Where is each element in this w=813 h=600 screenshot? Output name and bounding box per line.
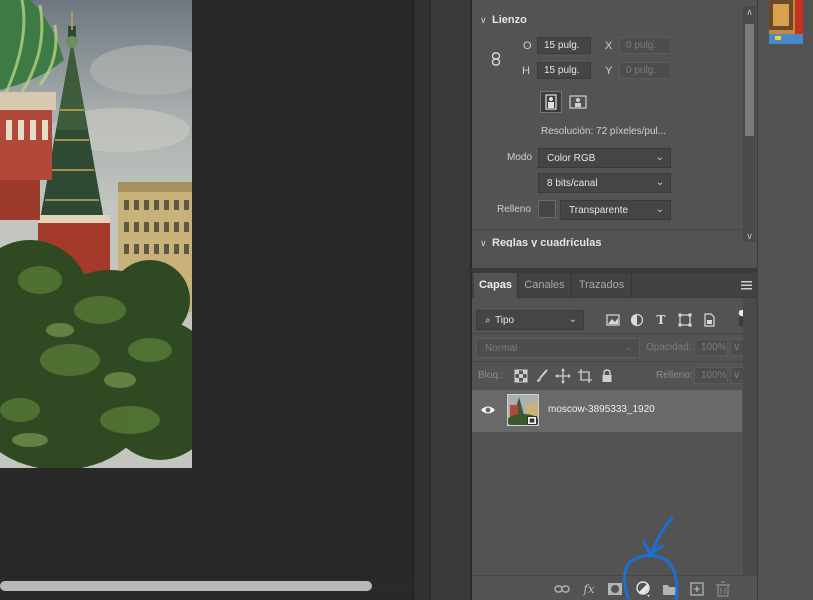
scroll-up-icon[interactable]: ∧ [743, 6, 756, 18]
lock-all-icon[interactable] [599, 368, 615, 384]
lock-artboard-crop-icon[interactable] [577, 368, 593, 384]
chevron-down-icon: ∨ [733, 370, 741, 381]
adjustment-filter-icon[interactable] [629, 312, 645, 328]
height-field[interactable]: 15 pulg. [537, 62, 591, 79]
landscape-orientation-button[interactable] [568, 93, 588, 111]
fill-color-swatch[interactable] [538, 200, 556, 218]
layer-row[interactable]: moscow-3895333_1920 [472, 390, 742, 432]
layers-bottom-bar: fx [472, 575, 758, 600]
resolution-text: Resolución: 72 píxeles/pul... [541, 126, 667, 137]
folder-icon[interactable] [661, 580, 679, 598]
layer-fill-label: Relleno: [656, 370, 693, 381]
width-field[interactable]: 15 pulg. [537, 37, 591, 54]
pixel-layer-filter-icon[interactable] [605, 312, 621, 328]
horizontal-scroll-thumb[interactable] [0, 581, 372, 591]
document-image[interactable] [0, 0, 192, 468]
portrait-icon [545, 94, 557, 110]
chevron-down-icon: ∨ [480, 238, 487, 247]
navigator-thumbnail[interactable] [769, 0, 803, 44]
chevron-down-icon: ⌄ [624, 342, 633, 353]
tab-channels[interactable]: Canales [518, 273, 572, 298]
mode-value: Color RGB [547, 153, 596, 164]
type-filter-icon[interactable]: T [653, 312, 669, 328]
lock-position-move-icon[interactable] [555, 368, 571, 384]
blend-mode-value: Normal [485, 343, 518, 354]
panel-menu-icon[interactable] [741, 281, 752, 290]
y-field[interactable]: 0 pulg. [619, 62, 671, 79]
rulers-section-header[interactable]: ∨ Reglas y cuadrículas [480, 237, 601, 247]
shape-filter-icon[interactable] [677, 312, 693, 328]
smart-object-badge-icon [527, 416, 537, 425]
scroll-down-icon[interactable]: ∨ [743, 230, 756, 242]
divider [472, 333, 758, 334]
layers-scrollbar[interactable] [743, 298, 757, 576]
fill-select[interactable]: Transparente ⌄ [560, 200, 671, 220]
layer-name[interactable]: moscow-3895333_1920 [548, 404, 655, 415]
adjustment-layer-icon[interactable] [634, 580, 652, 598]
width-label: O [523, 40, 532, 52]
chevron-down-icon: ⌄ [655, 204, 664, 215]
chevron-down-icon: ⌄ [568, 314, 577, 325]
mode-select[interactable]: Color RGB ⌄ [538, 148, 671, 168]
layer-filter-select[interactable]: ⌕ Tipo ⌄ [476, 310, 584, 330]
tab-layers[interactable]: Capas [474, 273, 518, 298]
bit-depth-select[interactable]: 8 bits/canal ⌄ [538, 173, 671, 193]
navigator-thumbnail-image [769, 0, 803, 44]
cathedral-photo [0, 0, 192, 468]
canvas-section-header[interactable]: ∨ Lienzo [480, 14, 527, 26]
bit-depth-value: 8 bits/canal [547, 178, 598, 189]
panel-gutter [413, 0, 430, 600]
eye-icon[interactable] [480, 403, 496, 417]
rulers-section-title: Reglas y cuadrículas [492, 237, 602, 247]
opacity-dropdown[interactable]: ∨ [730, 339, 744, 356]
new-layer-icon[interactable] [688, 580, 706, 598]
layers-panel: Capas Canales Trazados ⌕ Tipo ⌄ T Normal … [471, 273, 758, 600]
canvas-section-title: Lienzo [492, 14, 527, 26]
collapsed-panel-dock [430, 0, 470, 600]
link-icon[interactable] [491, 52, 501, 66]
portrait-orientation-button[interactable] [540, 91, 562, 113]
properties-scrollbar[interactable]: ∧ ∨ [743, 6, 756, 242]
fill-value: Transparente [569, 205, 629, 216]
layers-tabbar: Capas Canales Trazados [472, 273, 758, 298]
chevron-down-icon: ⌄ [655, 152, 664, 163]
tab-paths[interactable]: Trazados [572, 273, 632, 298]
x-field[interactable]: 0 pulg. [619, 37, 671, 54]
x-label: X [605, 40, 613, 52]
layer-fill-dropdown[interactable]: ∨ [730, 367, 744, 384]
lock-transparency-icon[interactable] [513, 368, 529, 384]
smart-object-filter-icon[interactable] [701, 312, 717, 328]
divider [472, 361, 758, 362]
y-label: Y [605, 65, 613, 77]
chevron-down-icon: ∨ [733, 342, 741, 353]
divider [472, 229, 742, 230]
trash-icon[interactable] [714, 580, 732, 598]
height-label: H [522, 65, 530, 77]
right-panel-strip [757, 0, 813, 600]
add-mask-icon[interactable] [606, 580, 624, 598]
horizontal-scrollbar[interactable] [0, 578, 413, 592]
fill-label: Relleno [497, 204, 531, 215]
opacity-field[interactable]: 100% [694, 339, 728, 356]
link-layers-icon[interactable] [553, 580, 571, 598]
properties-scroll-thumb[interactable] [745, 24, 754, 136]
canvas-area[interactable] [0, 0, 413, 600]
chevron-down-icon: ∨ [480, 15, 487, 25]
search-icon: ⌕ [485, 315, 491, 326]
layer-fill-field[interactable]: 100% [694, 367, 728, 384]
properties-panel: ∨ Lienzo O 15 pulg. X 0 pulg. H 15 pulg. … [471, 0, 757, 268]
fx-icon[interactable]: fx [580, 580, 598, 598]
opacity-label: Opacidad: [646, 342, 692, 353]
lock-label: Bloq.: [478, 370, 504, 381]
lock-pixels-brush-icon[interactable] [534, 368, 550, 384]
filter-value: Tipo [495, 315, 515, 326]
blend-mode-select[interactable]: Normal ⌄ [476, 338, 640, 358]
chevron-down-icon: ⌄ [655, 177, 664, 188]
mode-label: Modo [507, 152, 533, 163]
